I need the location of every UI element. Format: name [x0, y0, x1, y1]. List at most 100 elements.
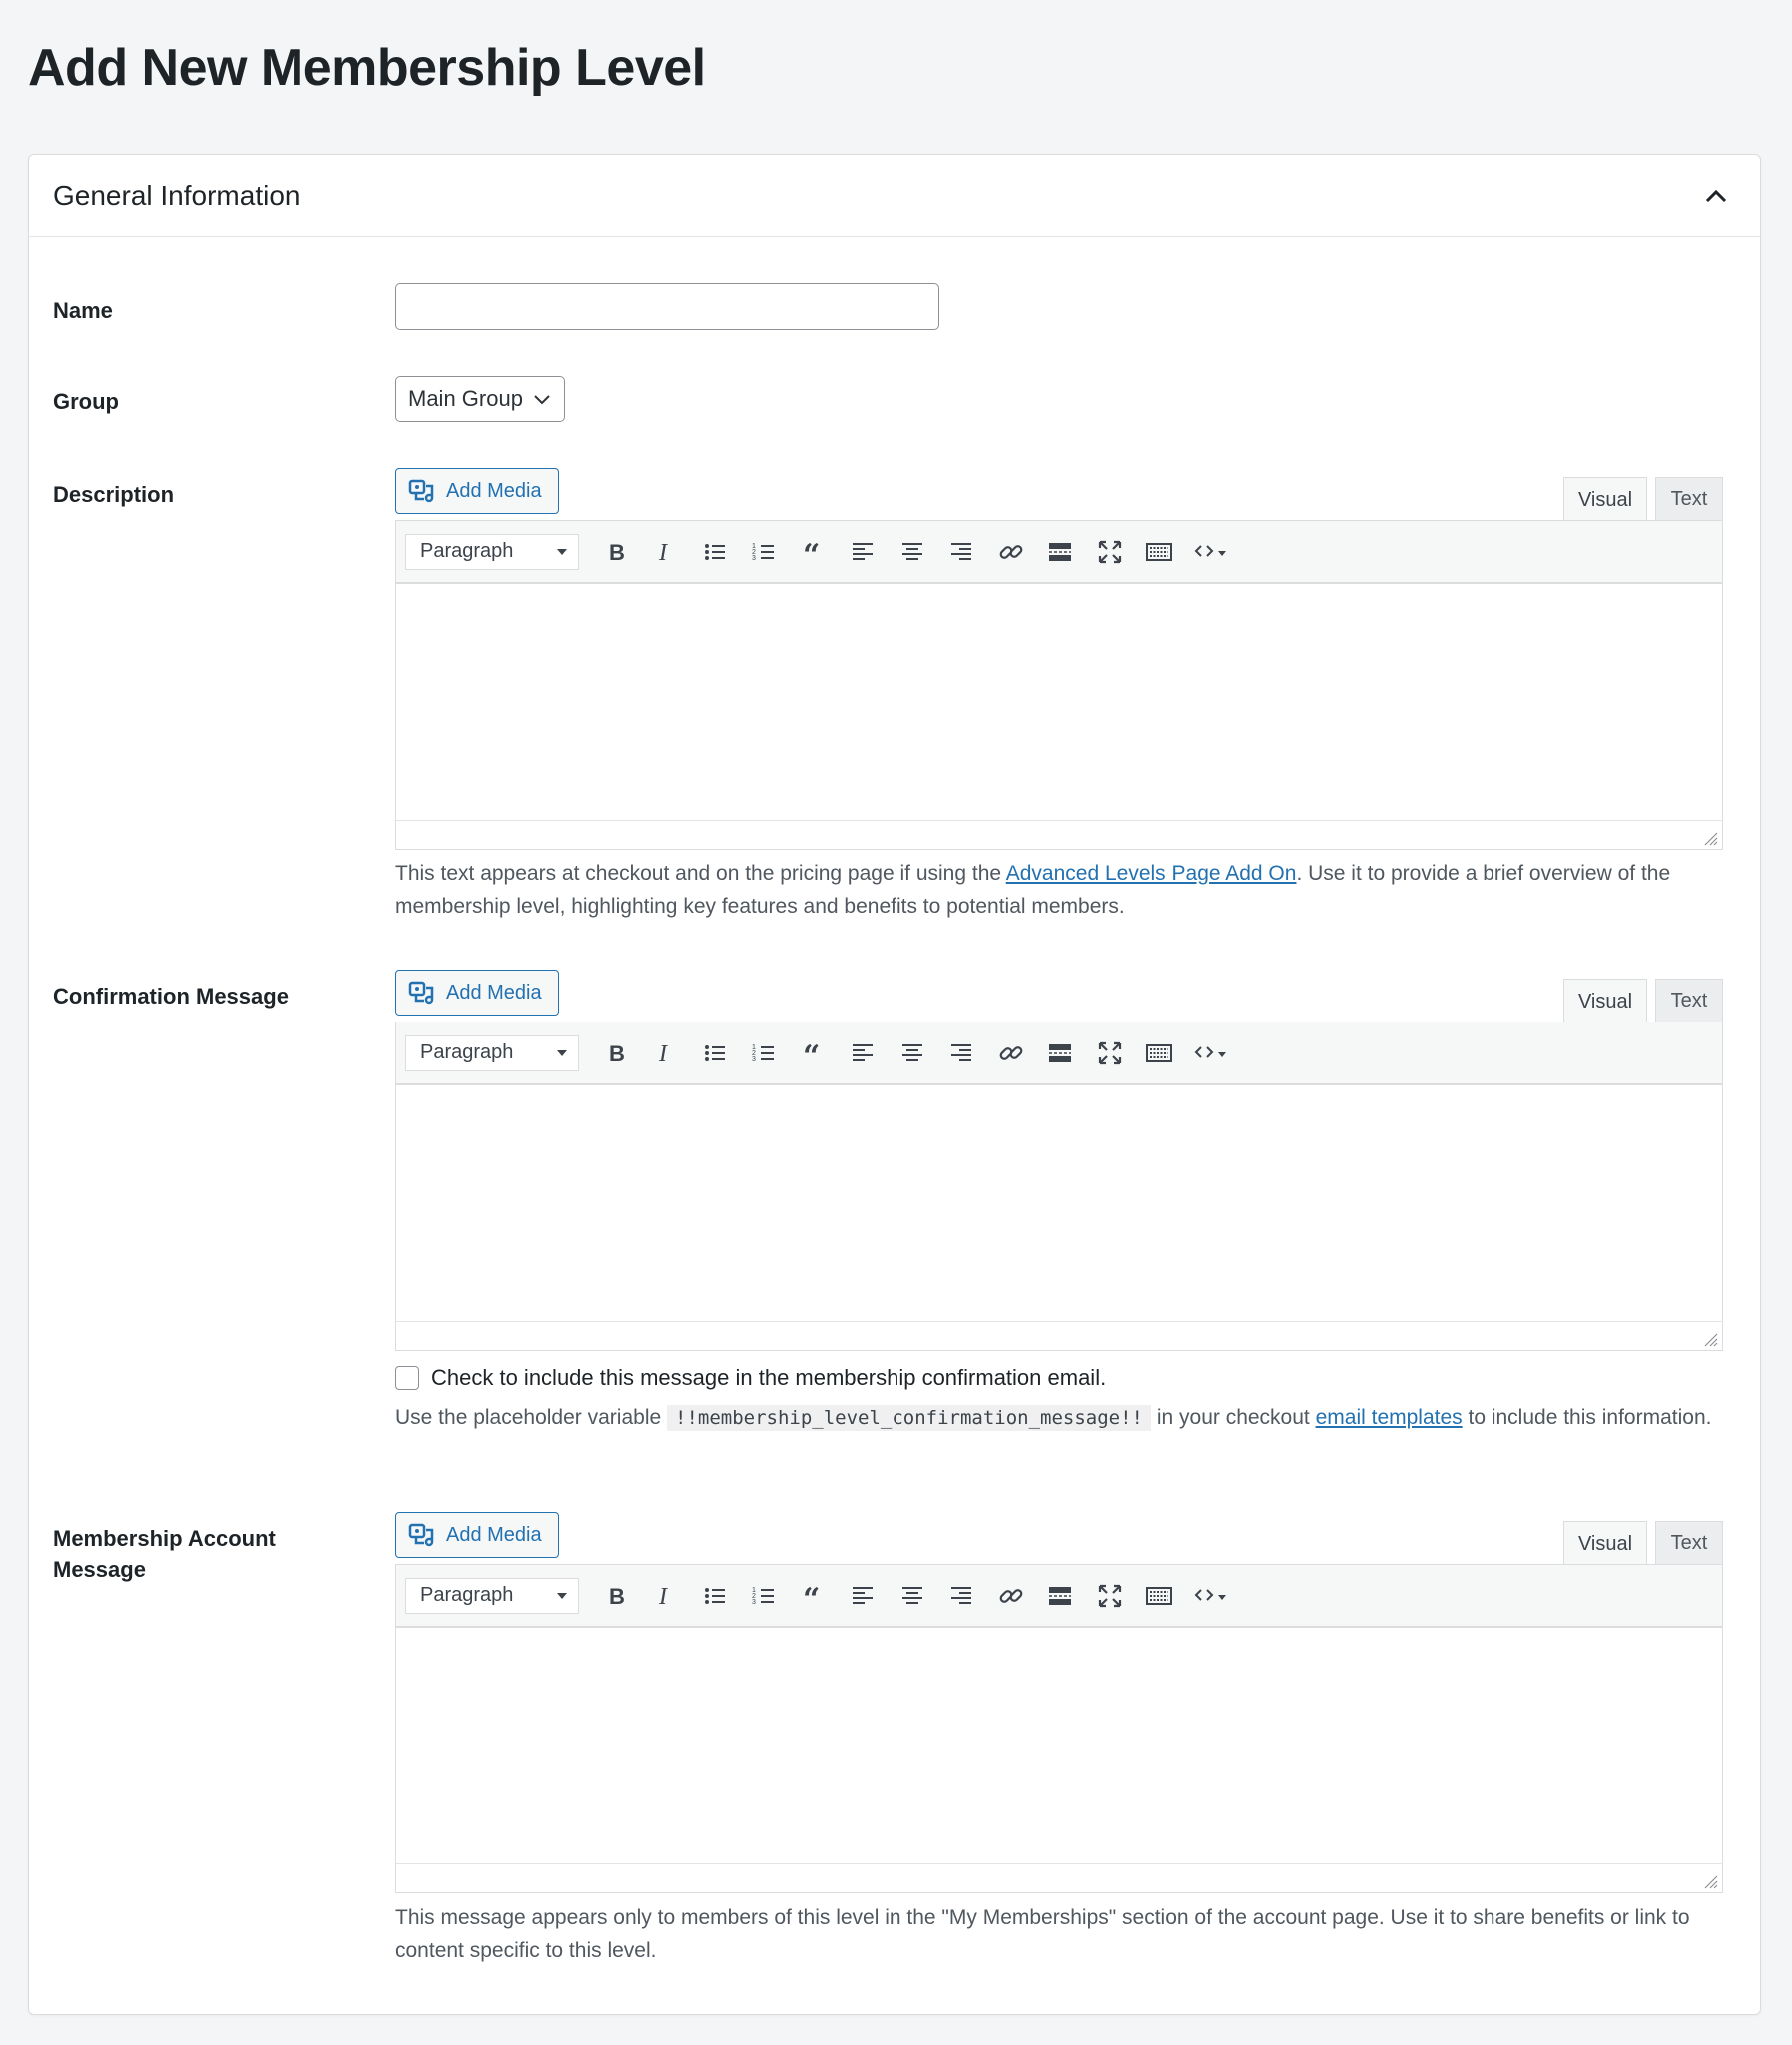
link-button[interactable]	[986, 1033, 1036, 1073]
numbered-list-button[interactable]: 123	[740, 1576, 790, 1616]
align-center-button[interactable]	[888, 532, 937, 572]
bold-icon: B	[609, 540, 625, 565]
align-left-icon	[853, 542, 874, 560]
bullet-list-button[interactable]	[690, 1033, 740, 1073]
align-left-button[interactable]	[839, 532, 889, 572]
bold-button[interactable]: B	[591, 532, 641, 572]
confirmation-help-middle: in your checkout	[1151, 1406, 1316, 1429]
editor-toolbar: Paragraph B I 123 “	[395, 1564, 1723, 1628]
align-right-button[interactable]	[937, 532, 987, 572]
include-in-email-label: Check to include this message in the mem…	[431, 1365, 1107, 1390]
blockquote-button[interactable]: “	[789, 532, 839, 572]
fullscreen-button[interactable]	[1085, 1576, 1135, 1616]
read-more-button[interactable]	[1036, 1576, 1086, 1616]
media-icon	[408, 981, 434, 1005]
fullscreen-button[interactable]	[1085, 1033, 1135, 1073]
editor-statusbar	[395, 1863, 1723, 1893]
email-templates-link[interactable]: email templates	[1316, 1406, 1463, 1429]
tab-visual[interactable]: Visual	[1563, 477, 1647, 522]
bold-button[interactable]: B	[591, 1576, 641, 1616]
code-button[interactable]	[1184, 532, 1238, 572]
keyboard-icon	[1146, 1043, 1173, 1062]
toolbar-toggle-button[interactable]	[1135, 1576, 1185, 1616]
page-title: Add New Membership Level	[28, 39, 706, 97]
caret-down-icon	[557, 1592, 567, 1599]
format-select[interactable]: Paragraph	[405, 1034, 579, 1071]
align-center-button[interactable]	[888, 1033, 937, 1073]
blockquote-button[interactable]: “	[789, 1033, 839, 1073]
bullet-list-button[interactable]	[690, 532, 740, 572]
read-more-icon	[1049, 1586, 1072, 1605]
fullscreen-button[interactable]	[1085, 532, 1135, 572]
code-button[interactable]	[1184, 1033, 1238, 1073]
align-center-icon	[901, 542, 922, 560]
resize-handle-icon[interactable]	[1702, 1331, 1718, 1347]
confirmation-help-text: Use the placeholder variable !!membershi…	[395, 1401, 1733, 1435]
tab-text[interactable]: Text	[1655, 1521, 1723, 1565]
quote-icon: “	[803, 539, 820, 565]
numbered-list-icon: 123	[752, 1044, 775, 1063]
format-select[interactable]: Paragraph	[405, 1577, 579, 1614]
svg-text:3: 3	[752, 555, 756, 562]
include-in-email-checkbox[interactable]	[395, 1366, 419, 1390]
italic-button[interactable]: I	[641, 1033, 691, 1073]
code-button[interactable]	[1184, 1576, 1238, 1616]
collapse-button[interactable]	[1696, 176, 1736, 216]
tab-visual[interactable]: Visual	[1563, 1521, 1647, 1566]
group-select-value: Main Group	[408, 386, 523, 411]
description-content-area[interactable]	[395, 584, 1723, 820]
resize-handle-icon[interactable]	[1702, 1873, 1718, 1889]
resize-handle-icon[interactable]	[1702, 830, 1718, 846]
align-right-button[interactable]	[937, 1033, 987, 1073]
quote-icon: “	[803, 1040, 820, 1066]
confirmation-content-area[interactable]	[395, 1085, 1723, 1321]
tab-text[interactable]: Text	[1655, 979, 1723, 1022]
add-media-button[interactable]: Add Media	[395, 970, 559, 1016]
svg-text:3: 3	[752, 1599, 756, 1606]
numbered-list-button[interactable]: 123	[740, 532, 790, 572]
tab-text[interactable]: Text	[1655, 477, 1723, 521]
caret-down-icon	[557, 548, 567, 555]
read-more-button[interactable]	[1036, 532, 1086, 572]
quote-icon: “	[803, 1583, 820, 1609]
link-icon	[999, 1588, 1023, 1603]
format-select-value: Paragraph	[420, 1584, 514, 1606]
add-media-button[interactable]: Add Media	[395, 1512, 559, 1558]
editor-statusbar	[395, 1321, 1723, 1351]
blockquote-button[interactable]: “	[789, 1576, 839, 1616]
bullet-list-button[interactable]	[690, 1576, 740, 1616]
toolbar-toggle-button[interactable]	[1135, 1033, 1185, 1073]
italic-icon: I	[658, 540, 668, 565]
add-media-button[interactable]: Add Media	[395, 468, 559, 514]
italic-icon: I	[658, 1584, 668, 1609]
align-right-button[interactable]	[937, 1576, 987, 1616]
group-select[interactable]: Main Group	[395, 376, 565, 422]
bold-button[interactable]: B	[591, 1033, 641, 1073]
align-left-icon	[853, 1043, 874, 1061]
link-button[interactable]	[986, 532, 1036, 572]
link-icon	[999, 544, 1023, 559]
advanced-levels-link[interactable]: Advanced Levels Page Add On	[1006, 862, 1297, 885]
fullscreen-icon	[1098, 1041, 1121, 1064]
italic-button[interactable]: I	[641, 1576, 691, 1616]
bullet-list-icon	[704, 543, 725, 560]
tab-visual[interactable]: Visual	[1563, 979, 1647, 1023]
read-more-icon	[1049, 1043, 1072, 1062]
name-field[interactable]	[395, 283, 939, 330]
align-right-icon	[951, 1586, 972, 1604]
link-button[interactable]	[986, 1576, 1036, 1616]
account-message-content-area[interactable]	[395, 1628, 1723, 1863]
align-left-button[interactable]	[839, 1033, 889, 1073]
panel-header: General Information	[29, 155, 1760, 237]
read-more-button[interactable]	[1036, 1033, 1086, 1073]
align-center-button[interactable]	[888, 1576, 937, 1616]
format-select[interactable]: Paragraph	[405, 533, 579, 570]
numbered-list-button[interactable]: 123	[740, 1033, 790, 1073]
toolbar-toggle-button[interactable]	[1135, 532, 1185, 572]
align-left-button[interactable]	[839, 1576, 889, 1616]
fullscreen-icon	[1098, 540, 1121, 563]
editor-toolbar: Paragraph B I 123 “	[395, 1022, 1723, 1085]
format-select-value: Paragraph	[420, 1041, 514, 1063]
bold-icon: B	[609, 1584, 625, 1609]
italic-button[interactable]: I	[641, 532, 691, 572]
